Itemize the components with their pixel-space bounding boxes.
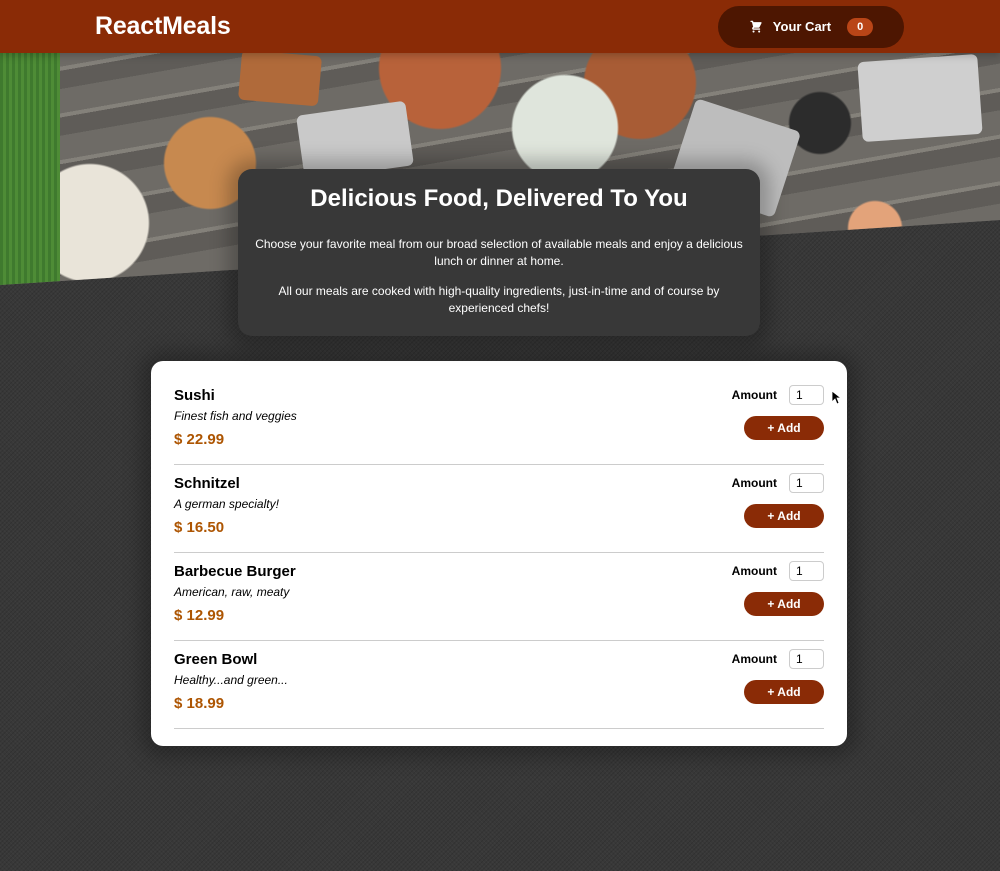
meal-price: $ 12.99 — [174, 607, 225, 624]
summary-paragraph: All our meals are cooked with high-quali… — [278, 284, 720, 315]
cart-icon — [750, 20, 762, 33]
amount-input[interactable] — [789, 473, 824, 493]
hero-tray — [237, 53, 323, 107]
amount-label: Amount — [731, 388, 777, 402]
summary-paragraph: Choose your favorite meal from our broad… — [255, 237, 743, 268]
amount-label: Amount — [731, 476, 777, 490]
hero-tray — [857, 53, 983, 143]
amount-input[interactable] — [789, 385, 824, 405]
app-header: ReactMeals Your Cart 0 — [0, 0, 1000, 53]
meal-name: Barbecue Burger — [174, 563, 296, 580]
meal-price: $ 18.99 — [174, 695, 225, 712]
meal-item: Schnitzel A german specialty! $ 16.50 Am… — [174, 465, 824, 553]
meal-item: Sushi Finest fish and veggies $ 22.99 Am… — [174, 377, 824, 465]
brand-title: ReactMeals — [95, 12, 231, 40]
meal-description: Healthy...and green... — [174, 673, 288, 687]
summary-title: Delicious Food, Delivered To You — [310, 185, 688, 212]
meal-name: Green Bowl — [174, 651, 258, 668]
available-meals-card: Sushi Finest fish and veggies $ 22.99 Am… — [151, 361, 847, 746]
hero-grass — [0, 53, 60, 285]
cart-count-badge: 0 — [847, 17, 874, 36]
meal-name: Sushi — [174, 387, 215, 404]
meal-description: Finest fish and veggies — [174, 409, 297, 423]
add-button[interactable]: + Add — [744, 592, 824, 616]
cart-label: Your Cart — [772, 19, 832, 34]
add-button[interactable]: + Add — [744, 416, 824, 440]
amount-input[interactable] — [789, 649, 824, 669]
meal-description: A german specialty! — [174, 497, 279, 511]
amount-input[interactable] — [789, 561, 824, 581]
meal-price: $ 22.99 — [174, 431, 225, 448]
meals-summary: Delicious Food, Delivered To You Choose … — [238, 169, 760, 336]
meal-name: Schnitzel — [174, 475, 240, 492]
meal-item: Green Bowl Healthy...and green... $ 18.9… — [174, 641, 824, 729]
mouse-cursor-icon — [832, 391, 842, 405]
amount-row: Amount — [732, 473, 824, 493]
meal-price: $ 16.50 — [174, 519, 225, 536]
amount-row: Amount — [732, 649, 824, 669]
meal-item: Barbecue Burger American, raw, meaty $ 1… — [174, 553, 824, 641]
amount-label: Amount — [731, 652, 777, 666]
amount-row: Amount — [732, 385, 824, 405]
add-button[interactable]: + Add — [744, 504, 824, 528]
amount-row: Amount — [732, 561, 824, 581]
cart-button[interactable]: Your Cart 0 — [718, 5, 904, 48]
amount-label: Amount — [731, 564, 777, 578]
add-button[interactable]: + Add — [744, 680, 824, 704]
meal-description: American, raw, meaty — [174, 585, 290, 599]
